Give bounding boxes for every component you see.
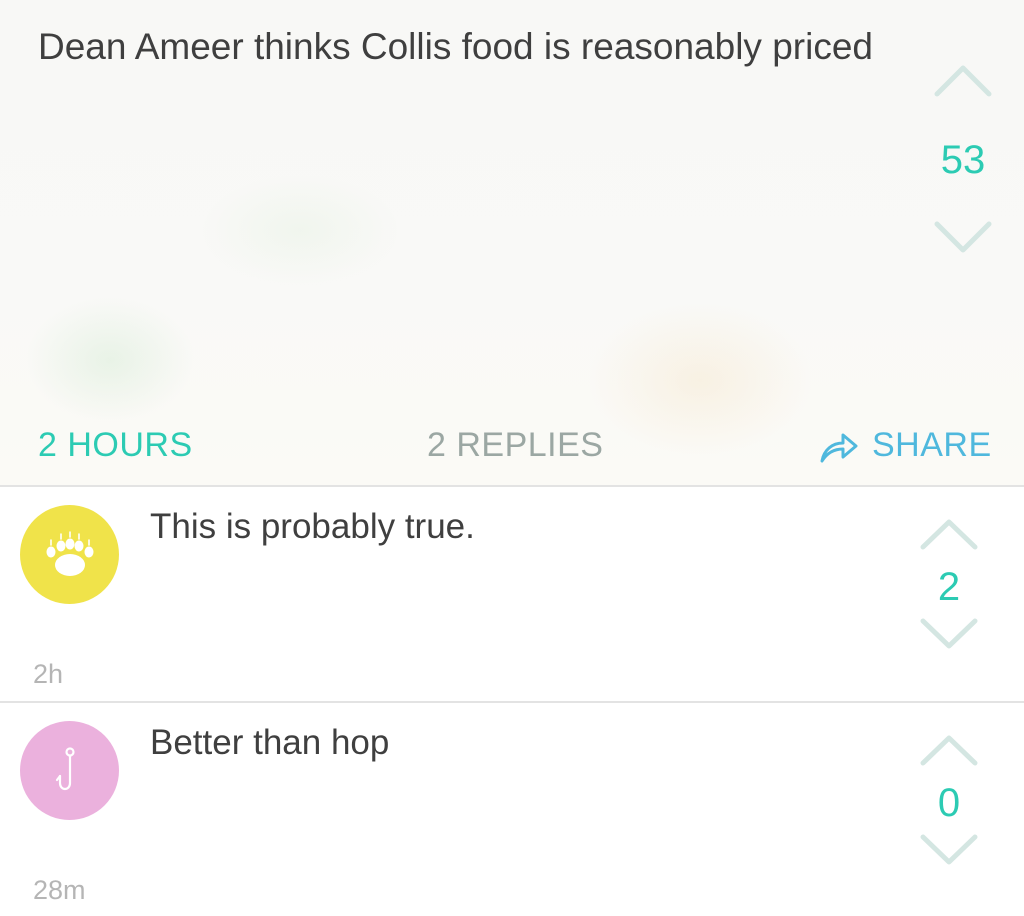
reply-score: 2 — [937, 565, 961, 609]
reply-vote-controls: 2 — [906, 517, 992, 667]
bear-paw-icon — [46, 530, 93, 576]
downvote-chevron-icon[interactable] — [933, 220, 993, 256]
share-label: SHARE — [872, 426, 992, 464]
reply-text: Better than hop — [150, 723, 390, 762]
downvote-chevron-icon[interactable] — [919, 617, 979, 651]
post-text: Dean Ameer thinks Collis food is reasona… — [38, 26, 873, 67]
reply-vote-controls: 0 — [906, 733, 992, 883]
upvote-chevron-icon[interactable] — [919, 517, 979, 551]
upvote-chevron-icon[interactable] — [919, 733, 979, 767]
downvote-chevron-icon[interactable] — [919, 833, 979, 867]
reply-text: This is probably true. — [150, 507, 475, 546]
reply-item[interactable]: Better than hop 28m 0 — [0, 703, 1024, 916]
reply-time: 2h — [33, 659, 64, 689]
post-footer: 2 HOURS 2 REPLIES SHARE — [0, 420, 1024, 476]
post-time: 2 HOURS — [38, 426, 193, 464]
reply-item[interactable]: This is probably true. 2h 2 — [0, 487, 1024, 701]
upvote-chevron-icon[interactable] — [933, 62, 993, 98]
post-reply-count: 2 REPLIES — [427, 426, 604, 464]
main-post: Dean Ameer thinks Collis food is reasona… — [0, 0, 1024, 486]
reply-score: 0 — [937, 781, 961, 825]
share-button[interactable]: SHARE — [818, 426, 992, 465]
yak-thread-screen: Dean Ameer thinks Collis food is reasona… — [0, 0, 1024, 916]
post-vote-controls: 53 — [918, 62, 1008, 302]
reply-time: 28m — [33, 875, 86, 905]
share-arrow-icon — [820, 433, 858, 462]
post-score: 53 — [940, 138, 986, 182]
avatar — [20, 505, 119, 604]
fish-hook-icon — [55, 746, 75, 790]
avatar — [20, 721, 119, 820]
